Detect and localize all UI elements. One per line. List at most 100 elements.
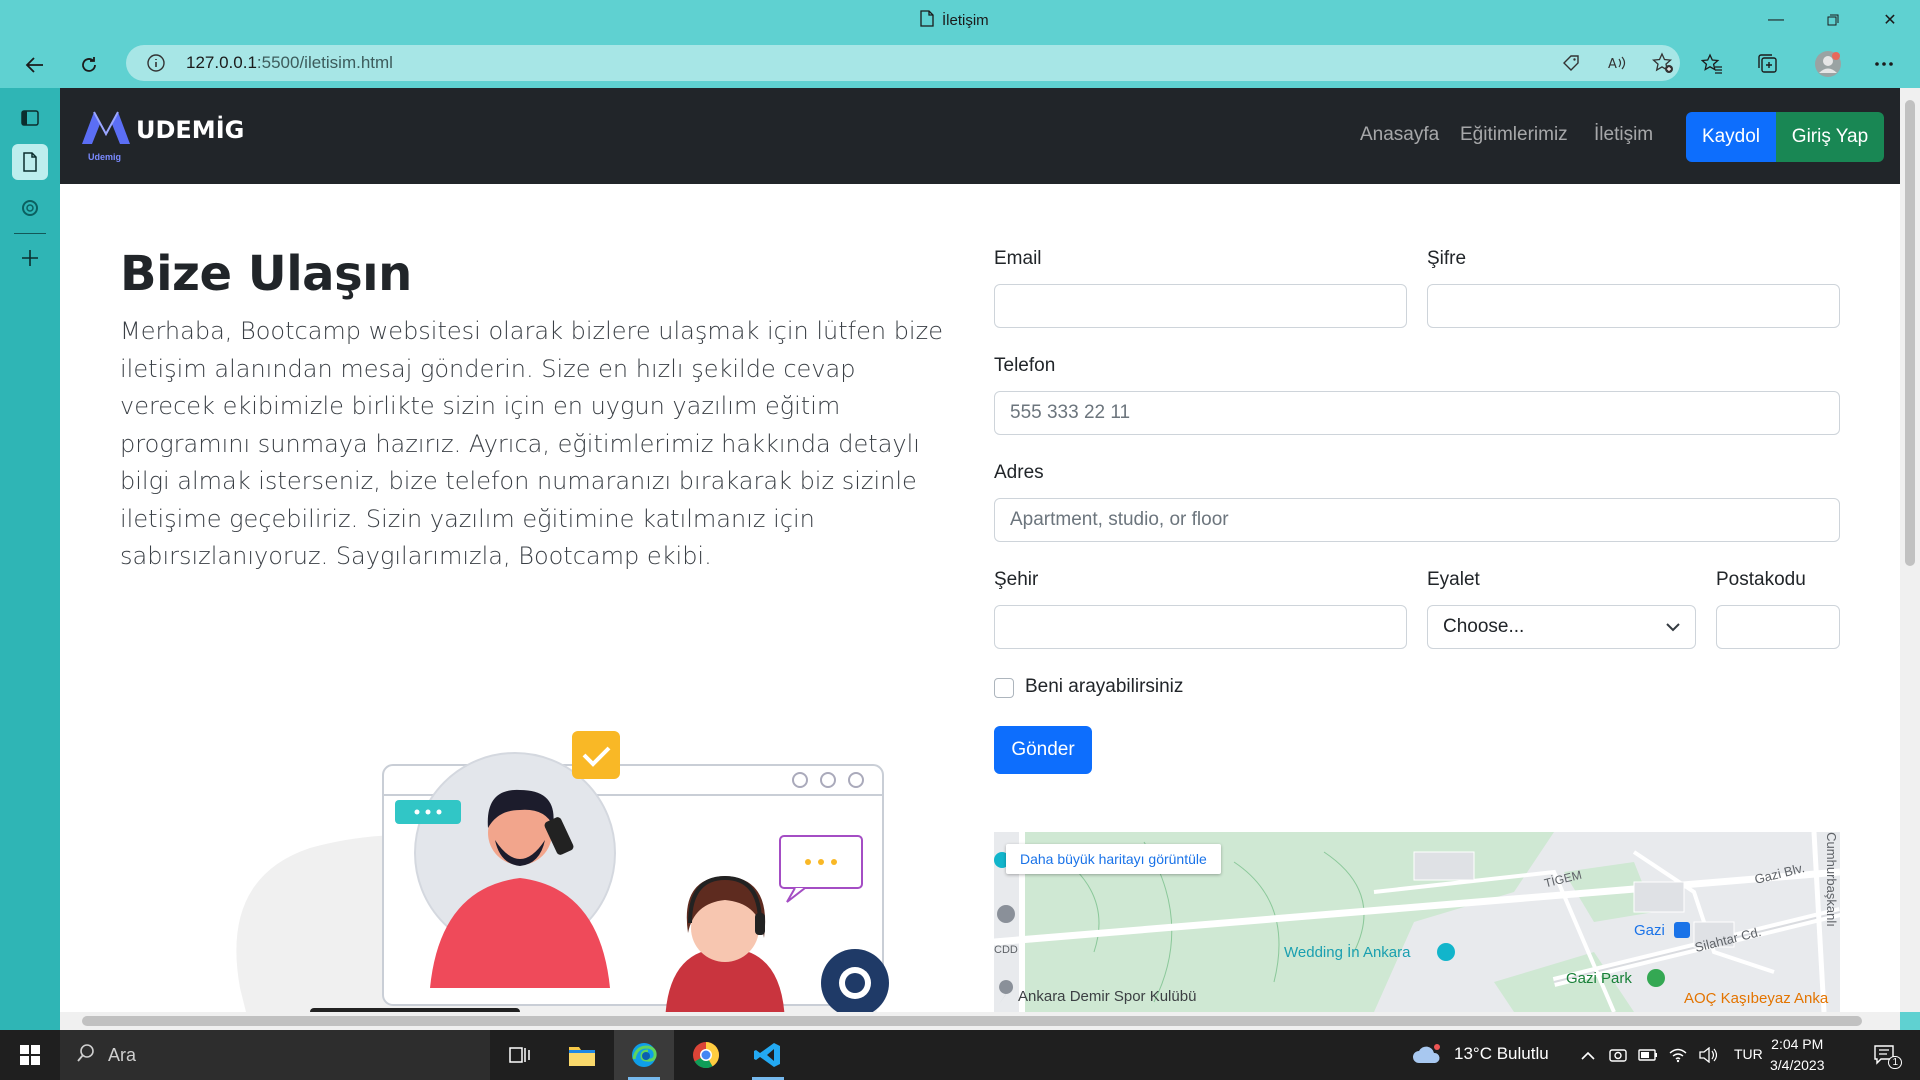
vertical-tab-page-icon[interactable]: [12, 144, 48, 180]
map-place-aoc[interactable]: AOÇ Kaşıbeyaz Anka: [1684, 990, 1828, 1007]
browser-sidebar: [0, 88, 60, 1030]
nav-trainings[interactable]: Eğitimlerimiz: [1460, 124, 1568, 146]
brand-name: UDEMİG: [136, 116, 245, 144]
city-label: Şehir: [994, 569, 1039, 590]
volume-icon[interactable]: [1698, 1045, 1718, 1065]
minimize-icon[interactable]: —: [1756, 6, 1796, 34]
page-title: Bize Ulaşın: [120, 246, 412, 302]
intro-paragraph: Merhaba, Bootcamp websitesi olarak bizle…: [120, 317, 943, 570]
site-navbar: UDEMİG Udemig Anasayfa Eğitimlerimiz İle…: [60, 88, 1900, 184]
map-place-demirspor[interactable]: Ankara Demir Spor Kulübü: [1018, 988, 1196, 1005]
state-label: Eyalet: [1427, 569, 1480, 590]
url-bar[interactable]: 127.0.0.1:5500/iletisim.html A: [126, 45, 1680, 81]
taskbar-search[interactable]: Ara: [60, 1030, 490, 1080]
tab-title: İletişim: [942, 12, 989, 29]
favorites-icon[interactable]: [1696, 48, 1728, 80]
state-selected-value: Choose...: [1443, 616, 1525, 637]
battery-icon[interactable]: [1638, 1045, 1658, 1065]
url-host: 127.0.0.1: [186, 53, 257, 72]
close-icon[interactable]: ✕: [1870, 6, 1910, 34]
weather-cloud-icon[interactable]: [1412, 1042, 1442, 1066]
address-field[interactable]: Apartment, studio, or floor: [994, 498, 1840, 542]
task-view-icon[interactable]: [490, 1030, 550, 1080]
windows-taskbar: Ara 13°C Bulutlu TUR 2:04 PM 3/4/2023 1: [0, 1030, 1920, 1080]
site-info-icon[interactable]: [146, 53, 166, 78]
login-button[interactable]: Giriş Yap: [1776, 112, 1884, 162]
file-explorer-icon[interactable]: [552, 1030, 612, 1080]
tracking-prevention-icon[interactable]: [1560, 52, 1582, 74]
address-row: 127.0.0.1:5500/iletisim.html A: [0, 40, 1920, 88]
brand-logo[interactable]: UDEMİG Udemig: [80, 108, 245, 162]
svg-text:A: A: [1608, 57, 1617, 72]
submit-button[interactable]: Gönder: [994, 726, 1092, 774]
refresh-icon[interactable]: [72, 48, 106, 82]
sidebar-divider: [14, 233, 46, 234]
vertical-scroll-thumb[interactable]: [1905, 100, 1915, 566]
weather-text[interactable]: 13°C Bulutlu: [1454, 1044, 1549, 1064]
address-placeholder: Apartment, studio, or floor: [1010, 509, 1229, 530]
chevron-up-icon[interactable]: [1578, 1045, 1598, 1065]
customer-support-illustration: [236, 731, 889, 1012]
nav-home[interactable]: Anasayfa: [1360, 124, 1439, 146]
restore-icon[interactable]: [1813, 6, 1853, 34]
address-label: Adres: [994, 462, 1044, 483]
notification-center-icon[interactable]: 1: [1870, 1045, 1902, 1069]
chrome-browser-icon[interactable]: [676, 1030, 736, 1080]
openai-tab-icon[interactable]: [12, 190, 48, 226]
embedded-map[interactable]: Daha büyük haritayı görüntüle Wedding İn…: [994, 832, 1840, 1012]
register-button[interactable]: Kaydol: [1686, 112, 1776, 162]
callback-label: Beni arayabilirsiniz: [1025, 676, 1184, 697]
callback-checkbox[interactable]: [994, 678, 1014, 698]
phone-field[interactable]: 555 333 22 11: [994, 391, 1840, 435]
email-field[interactable]: [994, 284, 1407, 328]
map-place-gazi-park[interactable]: Gazi Park: [1566, 970, 1632, 987]
password-label: Şifre: [1427, 248, 1467, 269]
url-path: :5500/iletisim.html: [256, 53, 393, 72]
city-field[interactable]: [994, 605, 1407, 649]
brand-mark-icon: [82, 111, 130, 144]
input-language[interactable]: TUR: [1734, 1046, 1763, 1062]
zip-field[interactable]: [1716, 605, 1840, 649]
tab-actions-icon[interactable]: [12, 100, 48, 136]
notification-count-badge: 1: [1888, 1056, 1902, 1069]
phone-label: Telefon: [994, 355, 1056, 376]
map-place-wedding[interactable]: Wedding İn Ankara: [1284, 944, 1410, 961]
nav-contact[interactable]: İletişim: [1594, 124, 1653, 146]
new-tab-plus-icon[interactable]: [12, 240, 48, 276]
horizontal-scroll-thumb[interactable]: [82, 1016, 1862, 1026]
vertical-scrollbar[interactable]: [1900, 88, 1920, 1012]
tab[interactable]: İletişim: [920, 10, 989, 31]
back-icon[interactable]: [18, 48, 52, 82]
more-menu-icon[interactable]: [1868, 48, 1900, 80]
page-icon: [920, 10, 934, 31]
chevron-down-icon: [1666, 616, 1680, 638]
page-viewport: UDEMİG Udemig Anasayfa Eğitimlerimiz İle…: [60, 88, 1900, 1012]
vscode-icon[interactable]: [738, 1030, 798, 1080]
view-larger-map-link[interactable]: Daha büyük haritayı görüntüle: [1006, 844, 1221, 874]
email-label: Email: [994, 248, 1042, 269]
search-icon: [76, 1043, 96, 1068]
url-text[interactable]: 127.0.0.1:5500/iletisim.html: [186, 53, 393, 73]
password-field[interactable]: [1427, 284, 1840, 328]
clock-date: 3/4/2023: [1770, 1057, 1825, 1073]
horizontal-scrollbar[interactable]: [60, 1012, 1900, 1030]
phone-placeholder: 555 333 22 11: [1010, 402, 1131, 423]
edge-browser-icon[interactable]: [614, 1030, 674, 1080]
wifi-icon[interactable]: [1668, 1045, 1688, 1065]
search-placeholder: Ara: [108, 1044, 137, 1065]
windows-start-icon[interactable]: [0, 1030, 60, 1080]
map-place-gazi[interactable]: Gazi: [1634, 922, 1665, 939]
clock-time: 2:04 PM: [1771, 1036, 1824, 1052]
collections-icon[interactable]: [1752, 48, 1784, 80]
brand-subtitle: Udemig: [88, 152, 122, 162]
map-road-cumhurbaskanligi: Cumhurbaşkanlı: [1823, 832, 1839, 927]
state-select[interactable]: Choose...: [1427, 605, 1696, 649]
add-favorite-icon[interactable]: [1652, 52, 1674, 74]
read-aloud-icon[interactable]: A: [1606, 52, 1628, 74]
zip-label: Postakodu: [1716, 569, 1806, 590]
browser-titlebar: İletişim — ✕: [0, 0, 1920, 40]
map-label-cdd: CDD: [994, 944, 1018, 956]
profile-avatar[interactable]: [1812, 48, 1844, 80]
camera-icon[interactable]: [1608, 1045, 1628, 1065]
system-clock[interactable]: 2:04 PM 3/4/2023: [1770, 1034, 1825, 1076]
